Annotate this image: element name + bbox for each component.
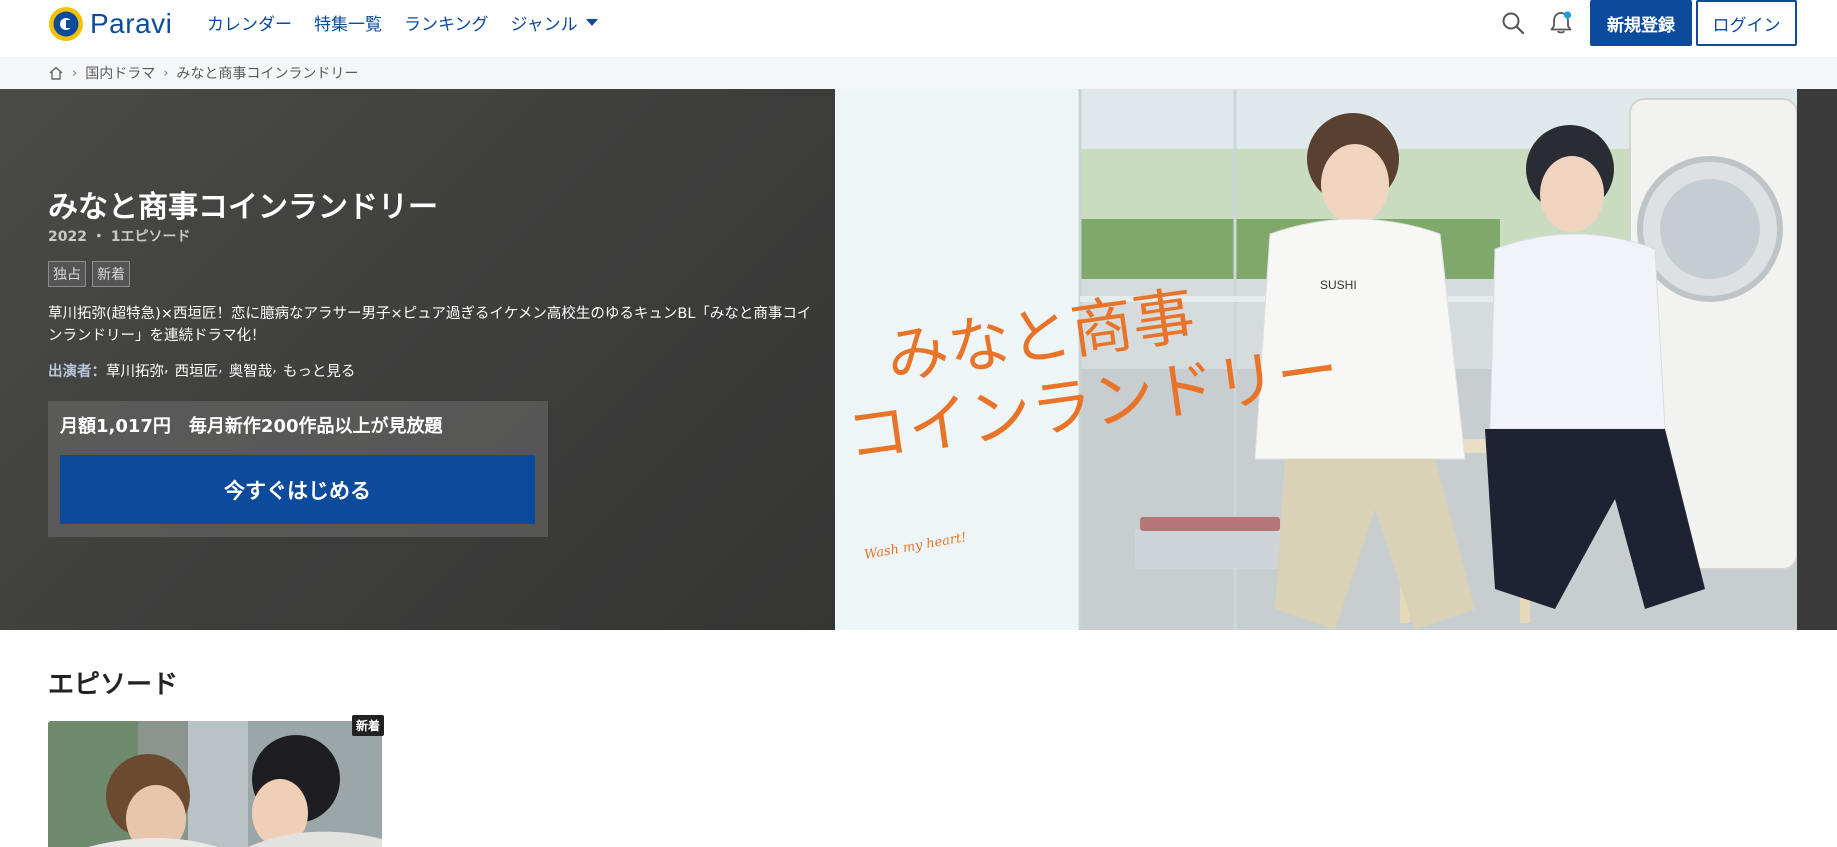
episodes-section-title: エピソード	[48, 670, 179, 700]
search-icon	[1502, 12, 1525, 35]
cast-label: 出演者：	[48, 364, 106, 380]
key-visual-illustration: SUSHI みなと商事 コインランドリー Wash my heart!	[835, 89, 1797, 630]
cast-separator: ,	[218, 360, 223, 376]
chevron-right-icon: ›	[163, 65, 169, 81]
login-button[interactable]: ログイン	[1696, 0, 1797, 46]
register-button[interactable]: 新規登録	[1590, 0, 1692, 46]
exclusive-badge: 独占	[48, 261, 86, 287]
cast-separator: ,	[164, 360, 169, 376]
chevron-right-icon: ›	[72, 65, 78, 81]
hero-key-visual: SUSHI みなと商事 コインランドリー Wash my heart!	[835, 89, 1797, 630]
site-header: Paravi カレンダー 特集一覧 ランキング ジャンル 新規登録 ログイン	[0, 0, 1837, 57]
breadcrumb-item-domestic-drama[interactable]: 国内ドラマ	[85, 63, 155, 83]
notification-button[interactable]	[1546, 8, 1576, 38]
episode-card[interactable]	[48, 721, 382, 847]
home-icon[interactable]	[48, 65, 64, 81]
title-tags: 独占 新着	[48, 261, 130, 287]
search-button[interactable]	[1498, 8, 1528, 38]
nav-calendar[interactable]: カレンダー	[207, 10, 292, 35]
new-badge: 新着	[92, 261, 130, 287]
logo-text: Paravi	[90, 8, 173, 39]
cast-list: 出演者： 草川拓弥, 西垣匠, 奥智哉, もっと見る	[48, 360, 355, 381]
cast-member-link[interactable]: 草川拓弥	[106, 360, 164, 381]
paravi-logo-icon	[49, 7, 83, 41]
subscription-plan-box: 月額1,017円 毎月新作200作品以上が見放題 今すぐはじめる	[48, 401, 548, 537]
start-now-button[interactable]: 今すぐはじめる	[60, 455, 535, 524]
main-nav: カレンダー 特集一覧 ランキング ジャンル	[207, 10, 598, 35]
title-meta: 2022 ・ 1エピソード	[48, 229, 191, 245]
hero-right-edge	[1797, 89, 1837, 630]
nav-genre-dropdown[interactable]: ジャンル	[511, 10, 598, 35]
nav-features[interactable]: 特集一覧	[314, 10, 382, 35]
bell-icon	[1550, 11, 1572, 34]
cast-more-link[interactable]: もっと見る	[283, 360, 356, 381]
episode-new-badge: 新着	[352, 715, 385, 736]
nav-genre-label: ジャンル	[510, 15, 578, 35]
nav-ranking-label: ランキング	[404, 15, 489, 35]
shirt-text: SUSHI	[1320, 278, 1357, 292]
nav-features-label: 特集一覧	[314, 15, 382, 35]
title-description: 草川拓弥(超特急)×西垣匠！恋に臆病なアラサー男子×ピュア過ぎるイケメン高校生の…	[48, 306, 812, 344]
breadcrumb-item-current: みなと商事コインランドリー	[176, 66, 359, 82]
page-title: みなと商事コインランドリー	[48, 190, 438, 225]
episode-thumbnail	[48, 721, 382, 847]
nav-ranking[interactable]: ランキング	[404, 10, 489, 35]
plan-price-text: 月額1,017円 毎月新作200作品以上が見放題	[60, 416, 443, 437]
cast-member-link[interactable]: 奥智哉	[229, 360, 273, 381]
hero-section: SUSHI みなと商事 コインランドリー Wash my heart! みなと商…	[0, 89, 1837, 630]
cast-member-link[interactable]: 西垣匠	[175, 360, 219, 381]
breadcrumb: › 国内ドラマ › みなと商事コインランドリー	[0, 57, 1837, 89]
chevron-down-icon	[585, 19, 598, 26]
cast-separator: ,	[272, 360, 277, 376]
nav-calendar-label: カレンダー	[207, 15, 292, 35]
paravi-logo[interactable]: Paravi	[48, 6, 172, 42]
